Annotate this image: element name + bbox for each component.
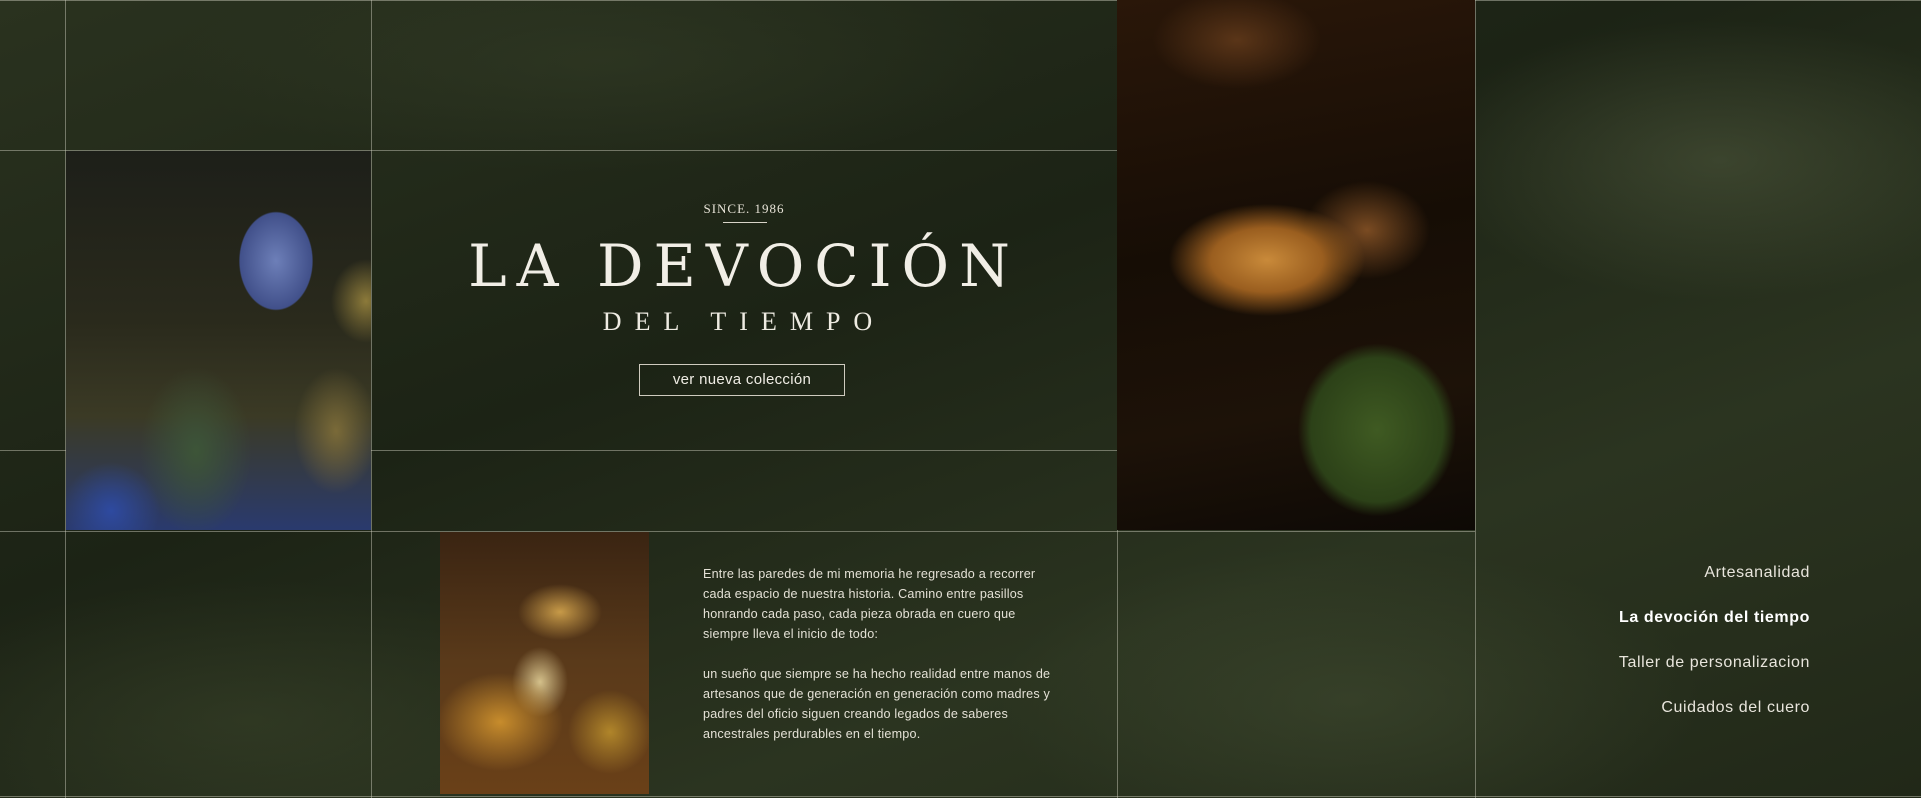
nav-item-taller-personalizacion[interactable]: Taller de personalizacion (1619, 654, 1810, 699)
grid-line (0, 796, 1921, 797)
section-nav: Artesanalidad La devoción del tiempo Tal… (1619, 564, 1810, 744)
hero-subtitle: DEL TIEMPO (602, 307, 886, 336)
grid-line (0, 450, 66, 451)
editorial-group-photo (66, 151, 371, 530)
story-paragraph: Entre las paredes de mi memoria he regre… (703, 567, 1036, 641)
since-divider (723, 222, 767, 223)
story-text: Entre las paredes de mi memoria he regre… (703, 564, 1063, 764)
hero-title: LA DEVOCIÓN (468, 232, 1020, 300)
artisan-scene-photo (440, 532, 649, 794)
story-paragraph: un sueño que siempre se ha hecho realida… (703, 667, 1051, 741)
nav-item-cuidados-del-cuero[interactable]: Cuidados del cuero (1619, 699, 1810, 744)
grid-line (1475, 0, 1476, 798)
nav-item-devocion-del-tiempo[interactable]: La devoción del tiempo (1619, 609, 1810, 654)
grid-line (0, 0, 1921, 1)
nav-item-artesanalidad[interactable]: Artesanalidad (1619, 564, 1810, 609)
grid-line (0, 531, 1475, 532)
hero-section: SINCE. 1986 LA DEVOCIÓN DEL TIEMPO ver n… (371, 151, 1117, 451)
view-collection-button[interactable]: ver nueva colección (639, 364, 845, 396)
hands-on-leather-photo (1117, 0, 1475, 530)
since-label: SINCE. 1986 (703, 201, 785, 216)
